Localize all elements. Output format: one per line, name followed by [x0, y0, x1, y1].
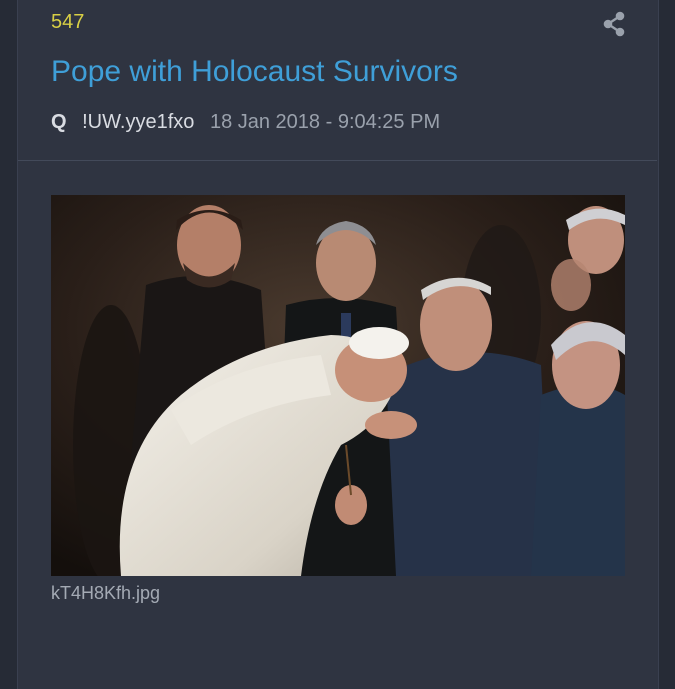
page: 547 Pope with Holocaust Survivors Q !UW.… — [0, 0, 675, 689]
tripcode: !UW.yye1fxo — [82, 111, 195, 133]
post-number[interactable]: 547 — [51, 11, 84, 34]
post-title[interactable]: Pope with Holocaust Survivors — [51, 55, 458, 89]
timestamp: 18 Jan 2018 - 9:04:25 PM — [209, 111, 441, 133]
divider — [18, 160, 657, 161]
post-meta: Q !UW.yye1fxo 18 Jan 2018 - 9:04:25 PM — [51, 111, 440, 134]
share-icon[interactable] — [600, 10, 628, 38]
attachment-filename[interactable]: kT4H8Kfh.jpg — [51, 583, 160, 604]
attachment-image[interactable] — [51, 195, 625, 576]
author-name: Q — [51, 111, 67, 133]
